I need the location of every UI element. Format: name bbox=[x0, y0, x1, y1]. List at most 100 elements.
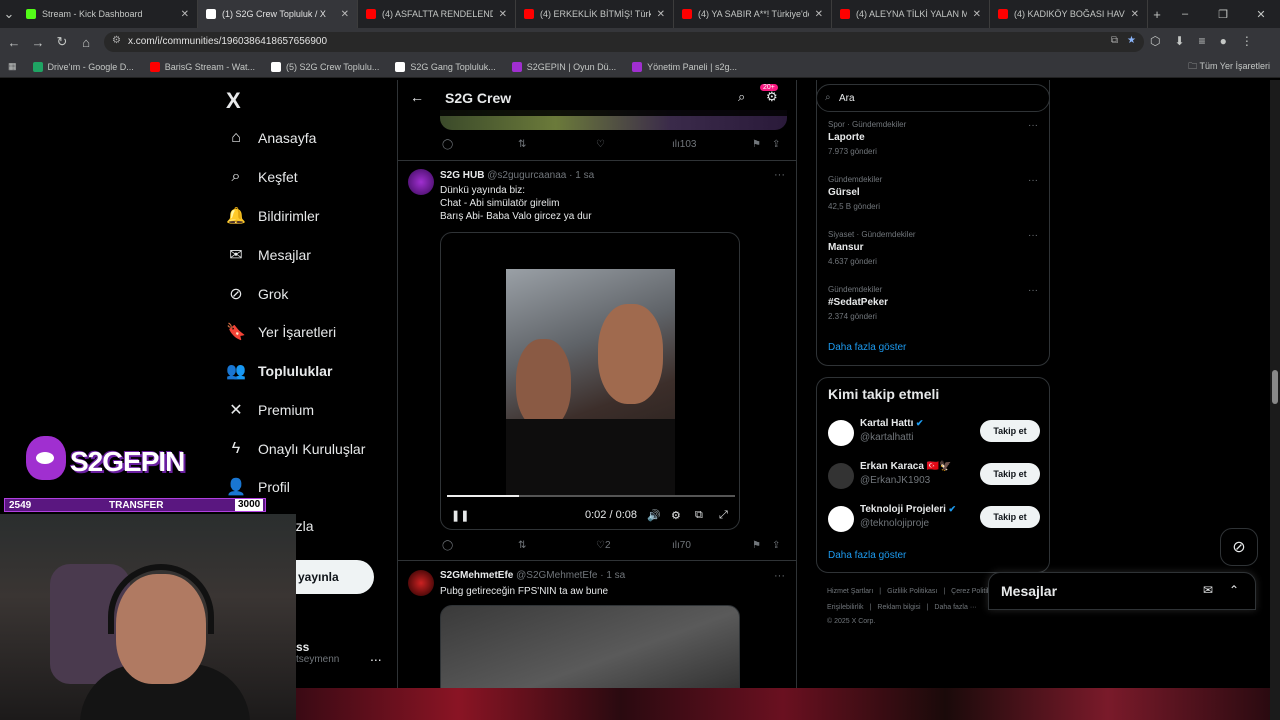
retweet-icon[interactable]: ⇅ bbox=[518, 139, 526, 150]
trend-item[interactable]: Gündemdekiler #SedatPeker 2.374 gönderi ··· bbox=[828, 285, 1038, 321]
follow-button[interactable]: Takip et bbox=[980, 420, 1040, 442]
extensions-icon[interactable]: ⬡ bbox=[1150, 34, 1160, 48]
bookmark-item[interactable]: Yönetim Paneli | s2g... bbox=[632, 61, 737, 72]
follow-button[interactable]: Takip et bbox=[980, 463, 1040, 485]
bookmark-item[interactable]: (5) S2G Crew Toplulu... bbox=[270, 61, 379, 72]
trend-more-icon[interactable]: ··· bbox=[1028, 120, 1038, 131]
messages-drawer[interactable]: Mesajlar ✉ ⌃ bbox=[988, 572, 1256, 610]
all-bookmarks[interactable]: 🗀 Tüm Yer İşaretleri bbox=[1188, 59, 1270, 75]
like-button[interactable]: ♡ 2 bbox=[596, 540, 611, 551]
x-logo-icon[interactable]: X bbox=[226, 88, 241, 114]
scrollbar-thumb[interactable] bbox=[1272, 370, 1278, 404]
browser-tab[interactable]: (1) S2G Crew Topluluk / X ✕ bbox=[198, 0, 358, 28]
follow-suggestion[interactable]: Erkan Karaca 🇹🇷🦅 @ErkanJK1903 Takip et bbox=[828, 461, 1040, 491]
nav-item-1[interactable]: ⌕ Keşfet bbox=[226, 162, 298, 192]
account-switcher[interactable]: ss tseymenn bbox=[296, 640, 339, 665]
volume-icon[interactable]: 🔊 bbox=[647, 509, 661, 522]
bookmark-tweet-icon[interactable]: ⚑ bbox=[752, 139, 761, 150]
browser-tab[interactable]: (4) YA SABIR A**! Türkiye'de Ya✕ bbox=[674, 0, 832, 28]
new-message-icon[interactable]: ✉ bbox=[1203, 583, 1213, 597]
new-tab-button[interactable]: + bbox=[1148, 7, 1166, 22]
bookmark-item[interactable]: S2GEPIN | Oyun Dü... bbox=[511, 61, 616, 72]
tweet-avatar[interactable] bbox=[408, 169, 434, 195]
suggestion-name[interactable]: Teknoloji Projeleri ✔ bbox=[860, 504, 956, 515]
browser-tab[interactable]: (4) ERKEKLİK BİTMİŞ! Türkiye'd✕ bbox=[516, 0, 674, 28]
suggestion-name[interactable]: Erkan Karaca 🇹🇷🦅 bbox=[860, 461, 952, 472]
share-icon[interactable]: ⇪ bbox=[772, 139, 780, 150]
forward-icon[interactable]: → bbox=[26, 35, 50, 50]
community-settings-icon[interactable]: ⚙ bbox=[766, 89, 778, 105]
restore-icon[interactable]: ❐ bbox=[1204, 8, 1242, 21]
footer-link[interactable]: Daha fazla ··· bbox=[934, 604, 976, 611]
nav-item-8[interactable]: ϟ Onaylı Kuruluşlar bbox=[226, 434, 366, 464]
retweet-icon[interactable]: ⇅ bbox=[518, 540, 526, 551]
views-count[interactable]: ılı 70 bbox=[672, 540, 691, 551]
like-icon[interactable]: ♡ bbox=[596, 139, 605, 150]
footer-link[interactable]: Gizlilik Politikası bbox=[887, 588, 937, 595]
wtf-show-more[interactable]: Daha fazla göster bbox=[828, 550, 906, 561]
browser-tab[interactable]: (4) KADIKÖY BOĞASI HAVUZD✕ bbox=[990, 0, 1148, 28]
back-icon[interactable]: ← bbox=[2, 35, 26, 50]
back-arrow-icon[interactable]: ← bbox=[410, 89, 424, 105]
reload-icon[interactable]: ↻ bbox=[50, 34, 74, 50]
footer-link[interactable]: Erişilebilirlik bbox=[827, 604, 864, 611]
views-count[interactable]: ılı 103 bbox=[672, 139, 696, 150]
tweet-more-icon[interactable]: ··· bbox=[774, 169, 785, 181]
expand-icon[interactable]: ⌃ bbox=[1229, 583, 1239, 597]
trend-item[interactable]: Spor · Gündemdekiler Laporte 7.973 gönderi… bbox=[828, 120, 1038, 156]
video-settings-icon[interactable]: ⚙ bbox=[671, 509, 681, 522]
footer-link[interactable]: Hizmet Şartları bbox=[827, 588, 873, 595]
install-icon[interactable]: ⧉ bbox=[1111, 35, 1118, 46]
follow-suggestion[interactable]: Teknoloji Projeleri ✔ @teknolojiproje Taki… bbox=[828, 504, 1040, 534]
trend-item[interactable]: Gündemdekiler Gürsel 42,5 B gönderi ··· bbox=[828, 175, 1038, 211]
suggestion-name[interactable]: Kartal Hattı ✔ bbox=[860, 418, 923, 429]
share-icon[interactable]: ⇪ bbox=[772, 540, 780, 551]
tab-close-icon[interactable]: ✕ bbox=[1125, 9, 1139, 20]
community-search-icon[interactable]: ⌕ bbox=[738, 89, 745, 105]
site-info-icon[interactable]: ⚙ bbox=[112, 35, 121, 46]
suggestion-avatar[interactable] bbox=[828, 463, 854, 489]
nav-item-0[interactable]: ⌂ Anasayfa bbox=[226, 123, 316, 153]
apps-grid-icon[interactable]: ▦ bbox=[8, 61, 17, 72]
minimize-icon[interactable]: – bbox=[1166, 8, 1204, 21]
close-window-icon[interactable]: ✕ bbox=[1242, 8, 1280, 21]
reply-icon[interactable]: ◯ bbox=[442, 139, 453, 150]
browser-menu-icon[interactable]: ⋮ bbox=[1241, 34, 1253, 48]
tweet-author[interactable]: S2GMehmetEfe bbox=[440, 570, 513, 581]
nav-item-2[interactable]: 🔔 Bildirimler bbox=[226, 201, 319, 231]
download-icon[interactable]: ⬇ bbox=[1174, 34, 1184, 48]
footer-link[interactable]: Reklam bilgisi bbox=[877, 604, 920, 611]
tab-close-icon[interactable]: ✕ bbox=[493, 9, 507, 20]
tweet-handle[interactable]: @S2GMehmetEfe bbox=[516, 570, 597, 581]
grok-fab-icon[interactable]: ⊘ bbox=[1220, 528, 1258, 566]
fullscreen-icon[interactable]: ⤢ bbox=[719, 509, 728, 522]
tweet-time[interactable]: · 1 sa bbox=[569, 170, 594, 181]
nav-item-7[interactable]: ✕ Premium bbox=[226, 395, 314, 425]
follow-suggestion[interactable]: Kartal Hattı ✔ @kartalhatti Takip et bbox=[828, 418, 1040, 448]
bookmark-item[interactable]: Drive'ım - Google D... bbox=[32, 61, 134, 72]
nav-item-4[interactable]: ⊘ Grok bbox=[226, 279, 288, 309]
trend-more-icon[interactable]: ··· bbox=[1028, 285, 1038, 296]
follow-button[interactable]: Takip et bbox=[980, 506, 1040, 528]
tab-close-icon[interactable]: ✕ bbox=[175, 9, 189, 20]
tweet-more-icon[interactable]: ··· bbox=[774, 570, 785, 582]
bookmark-tweet-icon[interactable]: ⚑ bbox=[752, 540, 761, 551]
tab-close-icon[interactable]: ✕ bbox=[967, 9, 981, 20]
trend-more-icon[interactable]: ··· bbox=[1028, 175, 1038, 186]
bookmark-item[interactable]: S2G Gang Topluluk... bbox=[395, 61, 496, 72]
profile-avatar-icon[interactable]: ● bbox=[1220, 34, 1227, 48]
nav-item-6[interactable]: 👥 Topluluklar bbox=[226, 356, 332, 386]
bookmark-star-icon[interactable]: ★ bbox=[1127, 35, 1136, 46]
trends-show-more[interactable]: Daha fazla göster bbox=[828, 342, 906, 353]
tab-close-icon[interactable]: ✕ bbox=[809, 9, 823, 20]
browser-tab[interactable]: (4) ASFALTTA RENDELENDİ! Tü✕ bbox=[358, 0, 516, 28]
tweet-time[interactable]: · 1 sa bbox=[600, 570, 625, 581]
pip-icon[interactable]: ⧉ bbox=[695, 509, 703, 522]
video-player[interactable]: ❚❚ 0:02 / 0:08 🔊 ⚙ ⧉ ⤢ bbox=[440, 232, 740, 530]
browser-tab[interactable]: (4) ALEYNA TİLKİ YALAN MAKİN✕ bbox=[832, 0, 990, 28]
home-browser-icon[interactable]: ⌂ bbox=[74, 35, 98, 50]
media-icon[interactable]: ≡ bbox=[1199, 34, 1206, 48]
bookmark-item[interactable]: BarisG Stream - Wat... bbox=[149, 61, 255, 72]
page-scrollbar[interactable] bbox=[1270, 80, 1280, 720]
tweet-author[interactable]: S2G HUB bbox=[440, 170, 484, 181]
